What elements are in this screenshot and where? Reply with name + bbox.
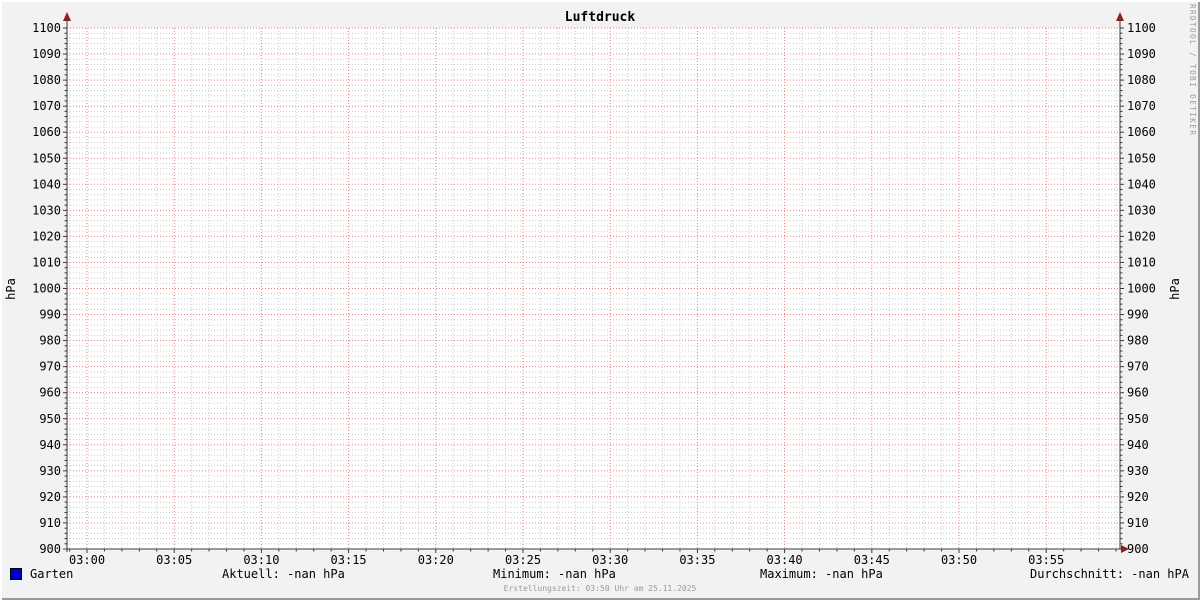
y-tick-label-left: 1070 — [32, 99, 61, 113]
rrdtool-graph: Luftdruck RRDTOOL / TOBI OETIKER hPa hPa… — [0, 0, 1200, 600]
y-tick-label-right: 930 — [1127, 464, 1149, 478]
y-tick-label-left: 930 — [39, 464, 61, 478]
x-tick-label: 03:05 — [156, 553, 192, 567]
plot-area: 900 900 910 910 920 920 930 930 940 940 950 950 960 9… — [32, 12, 1156, 567]
y-tick-label-left: 920 — [39, 490, 61, 504]
y-tick-label-right: 980 — [1127, 334, 1149, 348]
x-tick-label: 03:30 — [592, 553, 628, 567]
stat-label: Durchschnitt: — [1030, 567, 1124, 581]
x-tick-label: 03:00 — [69, 553, 105, 567]
x-tick-label: 03:50 — [941, 553, 977, 567]
y-tick-label-right: 1050 — [1127, 151, 1156, 165]
stat-minimum: Minimum: -nan hPa — [493, 567, 616, 581]
y-tick-label-left: 1080 — [32, 73, 61, 87]
stat-aktuell: Aktuell: -nan hPa — [222, 567, 345, 581]
y-tick-label-right: 1090 — [1127, 47, 1156, 61]
y-tick-label-right: 970 — [1127, 360, 1149, 374]
y-tick-label-left: 1040 — [32, 177, 61, 191]
y-tick-label-left: 1050 — [32, 151, 61, 165]
y-tick-label-left: 990 — [39, 308, 61, 322]
y-tick-label-left: 1030 — [32, 203, 61, 217]
y-tick-label-right: 1060 — [1127, 125, 1156, 139]
x-tick-label: 03:20 — [418, 553, 454, 567]
y-tick-label-left: 910 — [39, 516, 61, 530]
stat-value: -nan hPa — [558, 567, 616, 581]
y-tick-label-right: 960 — [1127, 386, 1149, 400]
y-tick-label-right: 1080 — [1127, 73, 1156, 87]
x-tick-label: 03:35 — [679, 553, 715, 567]
y-tick-label-left: 1090 — [32, 47, 61, 61]
y-axis-arrow-left — [63, 12, 71, 21]
y-tick-label-right: 1000 — [1127, 282, 1156, 296]
x-tick-label: 03:10 — [243, 553, 279, 567]
stat-label: Minimum: — [493, 567, 551, 581]
y-tick-label-right: 1010 — [1127, 255, 1156, 269]
stat-durchschnitt: Durchschnitt: -nan hPA — [1030, 567, 1189, 581]
x-tick-label: 03:40 — [767, 553, 803, 567]
stat-label: Maximum: — [760, 567, 818, 581]
stat-maximum: Maximum: -nan hPa — [760, 567, 883, 581]
y-axis-arrow-right — [1116, 12, 1124, 21]
stat-value: -nan hPA — [1131, 567, 1189, 581]
y-tick-label-left: 940 — [39, 438, 61, 452]
y-tick-label-left: 1100 — [32, 21, 61, 35]
y-tick-label-right: 900 — [1127, 542, 1149, 556]
y-tick-label-right: 1020 — [1127, 229, 1156, 243]
stat-value: -nan hPa — [287, 567, 345, 581]
y-tick-label-left: 1060 — [32, 125, 61, 139]
y-tick-label-left: 1020 — [32, 229, 61, 243]
creation-time: Erstellungszeit: 03:50 Uhr am 25.11.2025 — [503, 584, 697, 593]
y-tick-label-right: 910 — [1127, 516, 1149, 530]
x-tick-label: 03:55 — [1028, 553, 1064, 567]
legend-label: Garten — [30, 567, 74, 581]
y-tick-label-right: 1040 — [1127, 177, 1156, 191]
y-tick-label-right: 1030 — [1127, 203, 1156, 217]
y-tick-label-right: 950 — [1127, 412, 1149, 426]
y-tick-label-left: 980 — [39, 334, 61, 348]
y-tick-label-left: 1010 — [32, 255, 61, 269]
stat-label: Aktuell: — [222, 567, 280, 581]
y-tick-label-left: 950 — [39, 412, 61, 426]
x-tick-label: 03:45 — [854, 553, 890, 567]
y-tick-label-left: 970 — [39, 360, 61, 374]
y-tick-label-right: 1070 — [1127, 99, 1156, 113]
y-tick-label-left: 900 — [39, 542, 61, 556]
y-tick-label-right: 990 — [1127, 308, 1149, 322]
y-tick-label-right: 940 — [1127, 438, 1149, 452]
legend-swatch-garten — [10, 568, 22, 580]
y-tick-label-left: 960 — [39, 386, 61, 400]
x-tick-label: 03:15 — [331, 553, 367, 567]
x-tick-label: 03:25 — [505, 553, 541, 567]
y-tick-label-right: 920 — [1127, 490, 1149, 504]
y-tick-label-left: 1000 — [32, 282, 61, 296]
y-tick-label-right: 1100 — [1127, 21, 1156, 35]
stat-value: -nan hPa — [825, 567, 883, 581]
plot-canvas — [67, 28, 1120, 549]
